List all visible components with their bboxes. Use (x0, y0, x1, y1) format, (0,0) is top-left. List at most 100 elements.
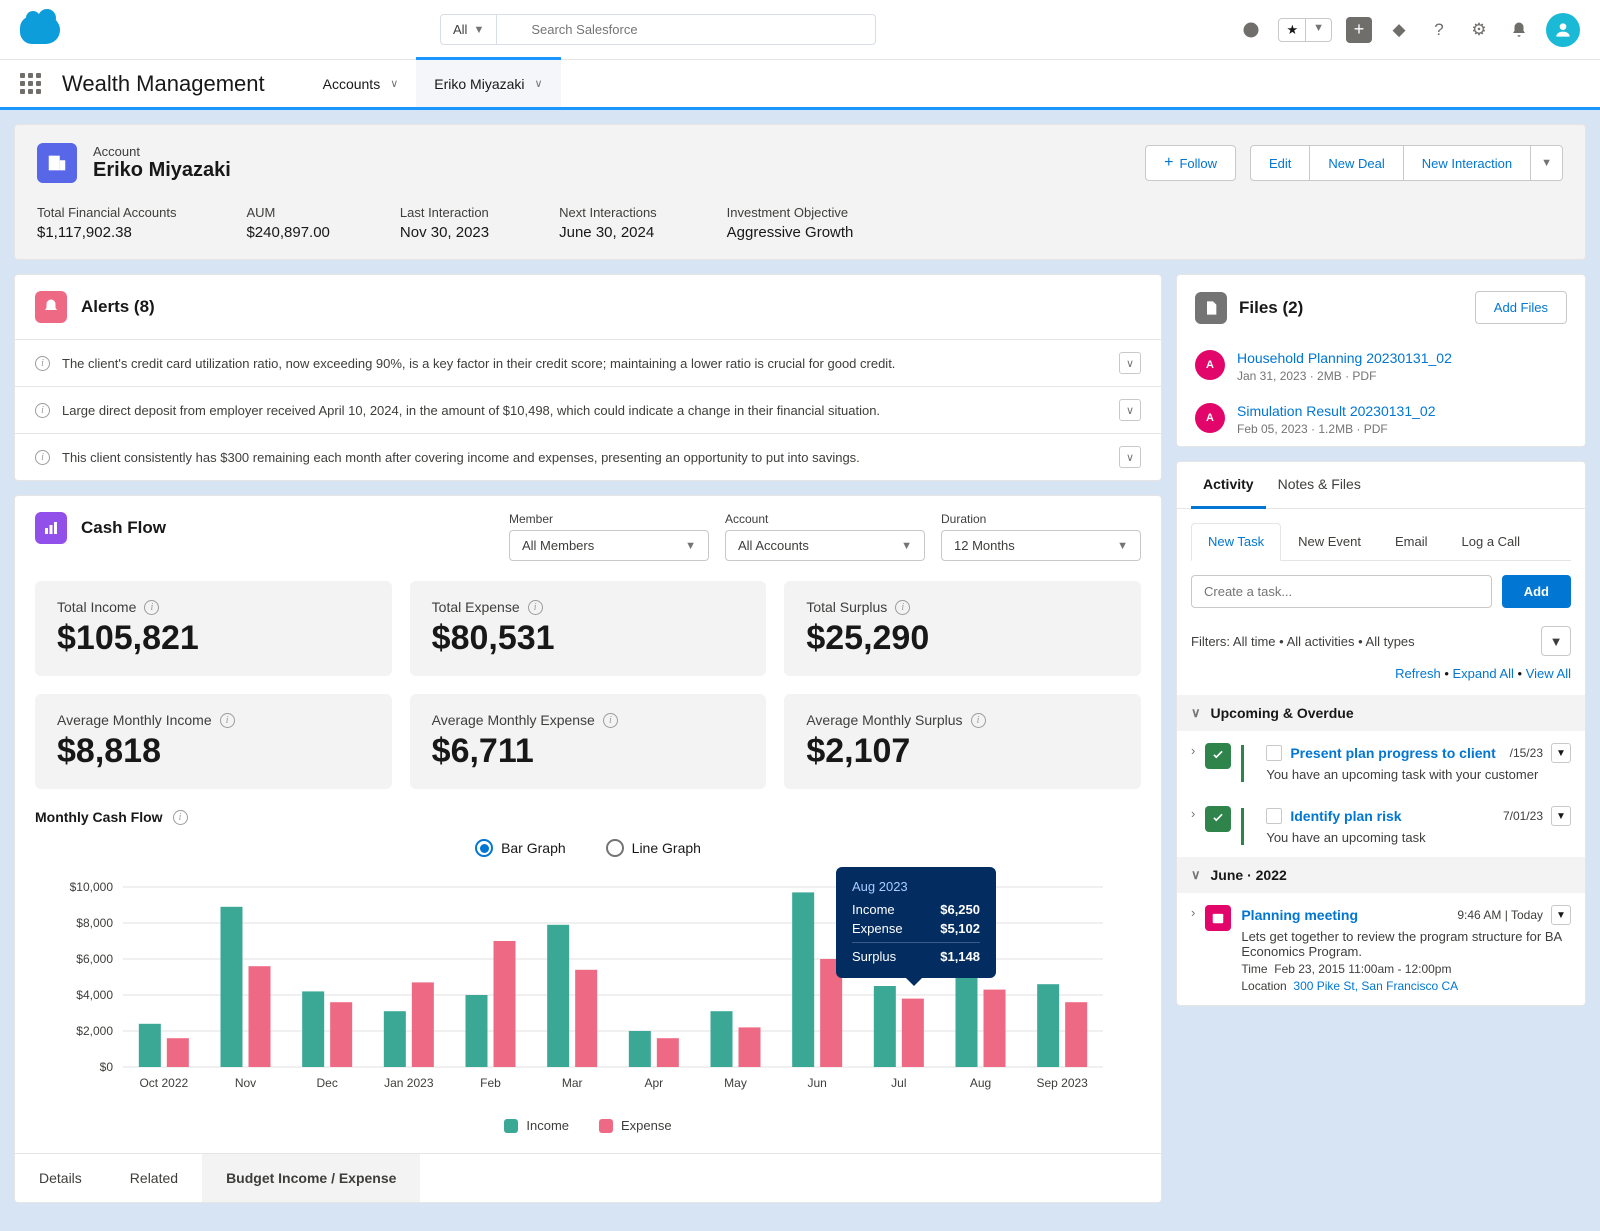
chevron-down-icon: ▼ (1556, 748, 1566, 759)
svg-text:Aug: Aug (970, 1076, 991, 1090)
refresh-link[interactable]: Refresh (1395, 666, 1441, 681)
event-location-link[interactable]: 300 Pike St, San Francisco CA (1293, 979, 1458, 993)
chevron-down-icon[interactable]: ∨ (535, 77, 543, 90)
info-icon: i (35, 356, 50, 371)
metric-total-surplus: Total Surplusi$25,290 (784, 581, 1141, 676)
svg-text:Apr: Apr (644, 1076, 663, 1090)
chevron-down-icon[interactable]: ∨ (390, 77, 398, 90)
task-checkbox[interactable] (1266, 808, 1282, 824)
alert-expand-button[interactable]: ∨ (1119, 399, 1141, 421)
subtab-log-call[interactable]: Log a Call (1445, 523, 1538, 560)
view-all-link[interactable]: View All (1526, 666, 1571, 681)
info-icon: i (35, 450, 50, 465)
svg-text:May: May (724, 1076, 747, 1090)
salesforce-logo-icon (20, 16, 60, 44)
event-title[interactable]: Planning meeting (1241, 907, 1358, 923)
follow-button[interactable]: +Follow (1145, 145, 1236, 181)
setup-home-icon[interactable]: ◆ (1386, 17, 1412, 43)
task-checkbox[interactable] (1266, 745, 1282, 761)
search-scope-dropdown[interactable]: All▼ (440, 14, 496, 45)
app-launcher-icon[interactable] (20, 73, 42, 95)
tab-budget[interactable]: Budget Income / Expense (202, 1154, 420, 1202)
svg-text:Mar: Mar (562, 1076, 583, 1090)
tab-notes-files[interactable]: Notes & Files (1266, 462, 1373, 508)
info-icon[interactable]: i (173, 810, 188, 825)
chevron-right-icon[interactable]: › (1191, 743, 1195, 758)
task-menu-button[interactable]: ▼ (1551, 806, 1571, 826)
new-deal-button[interactable]: New Deal (1309, 145, 1403, 181)
subtab-new-task[interactable]: New Task (1191, 523, 1281, 561)
nav-current-record[interactable]: Eriko Miyazaki∨ (416, 57, 560, 107)
edit-button[interactable]: Edit (1250, 145, 1310, 181)
task-item: › Identify plan risk7/01/23▼ You have an… (1177, 794, 1585, 857)
chevron-down-icon: ▼ (1556, 811, 1566, 822)
chevron-down-icon: ▼ (1541, 157, 1552, 169)
info-icon[interactable]: i (144, 600, 159, 615)
tab-activity[interactable]: Activity (1191, 462, 1266, 509)
cashflow-card: Cash Flow MemberAll Members▼ AccountAll … (14, 495, 1162, 1203)
help-icon[interactable]: ? (1426, 17, 1452, 43)
filter-button[interactable]: ▼ (1541, 626, 1571, 656)
search-input[interactable] (496, 14, 876, 45)
nav-accounts[interactable]: Accounts∨ (305, 59, 417, 109)
info-icon[interactable]: i (971, 713, 986, 728)
trailhead-icon[interactable] (1238, 17, 1264, 43)
favorites-menu[interactable]: ★▼ (1278, 18, 1332, 42)
file-name-link[interactable]: Simulation Result 20230131_02 (1237, 403, 1435, 419)
metric-total-income: Total Incomei$105,821 (35, 581, 392, 676)
metric-avg-income: Average Monthly Incomei$8,818 (35, 694, 392, 789)
new-interaction-button[interactable]: New Interaction (1403, 145, 1531, 181)
subtab-new-event[interactable]: New Event (1281, 523, 1378, 560)
svg-text:Feb: Feb (480, 1076, 501, 1090)
member-filter-dropdown[interactable]: All Members▼ (509, 530, 709, 561)
svg-text:Dec: Dec (316, 1076, 337, 1090)
task-date: /15/23 (1510, 746, 1543, 760)
info-icon[interactable]: i (528, 600, 543, 615)
task-title-link[interactable]: Identify plan risk (1290, 808, 1401, 824)
account-filter-dropdown[interactable]: All Accounts▼ (725, 530, 925, 561)
info-icon[interactable]: i (895, 600, 910, 615)
gear-icon[interactable]: ⚙ (1466, 17, 1492, 43)
subtab-email[interactable]: Email (1378, 523, 1445, 560)
event-menu-button[interactable]: ▼ (1551, 905, 1571, 925)
search-scope-label: All (453, 22, 467, 37)
chevron-down-icon: ▼ (1117, 540, 1128, 552)
chevron-right-icon[interactable]: › (1191, 905, 1195, 920)
bell-icon[interactable] (1506, 17, 1532, 43)
tab-details[interactable]: Details (15, 1154, 106, 1202)
add-files-button[interactable]: Add Files (1475, 291, 1567, 324)
file-name-link[interactable]: Household Planning 20230131_02 (1237, 350, 1452, 366)
info-icon[interactable]: i (220, 713, 235, 728)
chevron-down-icon: ▼ (901, 540, 912, 552)
past-section-header[interactable]: ∨June · 2022 (1177, 857, 1585, 893)
task-description: You have an upcoming task with your cust… (1266, 767, 1571, 782)
task-menu-button[interactable]: ▼ (1551, 743, 1571, 763)
file-row: AHousehold Planning 20230131_02Jan 31, 2… (1177, 340, 1585, 393)
legend-expense: Expense (599, 1118, 672, 1133)
pdf-icon: A (1195, 403, 1225, 433)
add-task-button[interactable]: Add (1502, 575, 1571, 608)
user-avatar[interactable] (1546, 13, 1580, 47)
chart-tooltip: Aug 2023 Income$6,250 Expense$5,102 Surp… (836, 867, 996, 978)
expand-all-link[interactable]: Expand All (1452, 666, 1513, 681)
svg-text:Jul: Jul (891, 1076, 906, 1090)
chevron-right-icon[interactable]: › (1191, 806, 1195, 821)
create-task-input[interactable] (1191, 575, 1492, 608)
event-description: Lets get together to review the program … (1241, 929, 1571, 959)
more-actions-button[interactable]: ▼ (1530, 145, 1563, 181)
upcoming-section-header[interactable]: ∨Upcoming & Overdue (1177, 695, 1585, 731)
bar-graph-radio[interactable]: Bar Graph (475, 839, 566, 857)
global-add-button[interactable]: + (1346, 17, 1372, 43)
tab-related[interactable]: Related (106, 1154, 202, 1202)
duration-filter-dropdown[interactable]: 12 Months▼ (941, 530, 1141, 561)
task-title-link[interactable]: Present plan progress to client (1290, 745, 1495, 761)
line-graph-radio[interactable]: Line Graph (606, 839, 701, 857)
svg-text:Jun: Jun (807, 1076, 826, 1090)
file-meta: Feb 05, 2023 · 1.2MB · PDF (1237, 422, 1435, 436)
alert-expand-button[interactable]: ∨ (1119, 446, 1141, 468)
alert-expand-button[interactable]: ∨ (1119, 352, 1141, 374)
duration-filter-label: Duration (941, 512, 1141, 526)
info-icon[interactable]: i (603, 713, 618, 728)
event-icon (1205, 905, 1231, 931)
app-name: Wealth Management (62, 71, 265, 97)
